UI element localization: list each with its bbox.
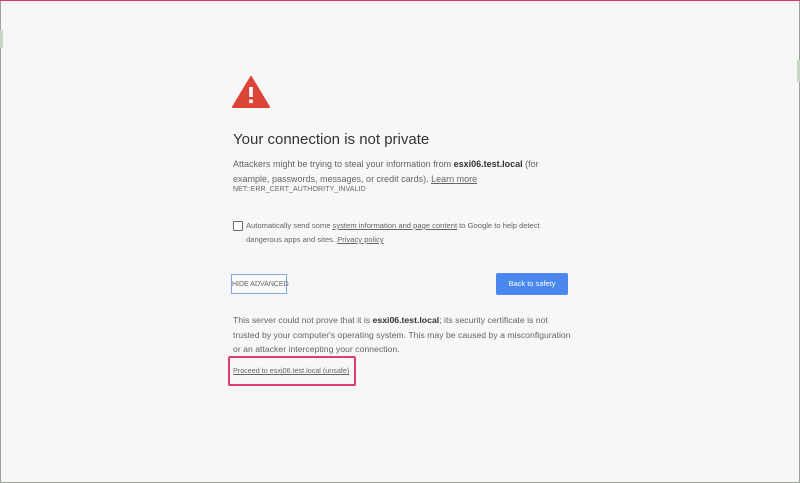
page-title: Your connection is not private	[233, 131, 430, 148]
details-host: esxi06.test.local	[372, 315, 440, 325]
checkbox-text-before: Automatically send some	[246, 221, 333, 230]
left-edge-mark	[0, 30, 3, 48]
error-code: NET::ERR_CERT_AUTHORITY_INVALID	[233, 186, 366, 193]
back-to-safety-button[interactable]: Back to safety	[496, 273, 568, 295]
description-text: Attackers might be trying to steal your …	[233, 159, 454, 169]
warning-triangle-icon	[232, 76, 270, 108]
privacy-policy-link[interactable]: Privacy policy	[337, 235, 383, 244]
advanced-details: This server could not prove that it is e…	[233, 313, 575, 357]
window-top-edge	[0, 0, 800, 1]
proceed-unsafe-link[interactable]: Proceed to esxi06.test.local (unsafe)	[233, 366, 349, 375]
send-report-label: Automatically send some system informati…	[246, 219, 571, 247]
description-host: esxi06.test.local	[453, 159, 523, 169]
hide-advanced-button[interactable]: HIDE ADVANCED	[231, 274, 289, 294]
system-info-link[interactable]: system information and page content	[333, 221, 458, 230]
details-text: This server could not prove that it is	[233, 315, 373, 325]
learn-more-link[interactable]: Learn more	[431, 174, 477, 184]
error-description: Attackers might be trying to steal your …	[233, 157, 568, 187]
send-report-checkbox[interactable]	[233, 221, 243, 231]
